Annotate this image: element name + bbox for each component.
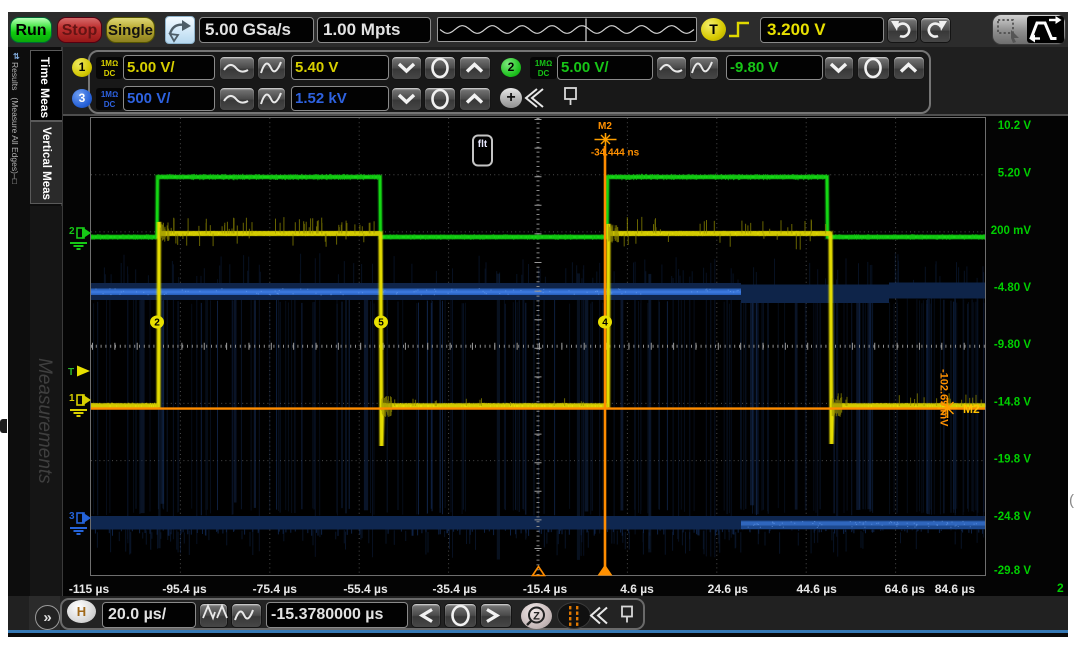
svg-text:Z: Z [533, 611, 540, 623]
